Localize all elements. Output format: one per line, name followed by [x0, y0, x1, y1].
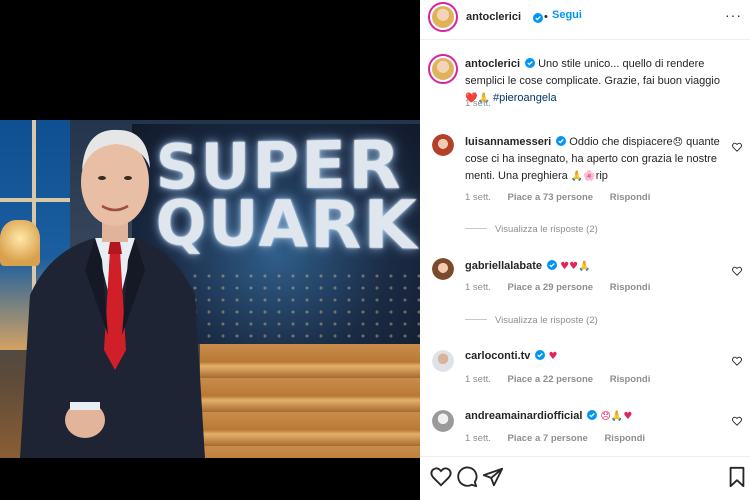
comment-avatar[interactable] [432, 134, 454, 156]
header-separator: • [544, 11, 548, 23]
caption-avatar[interactable] [428, 54, 458, 84]
replies-divider [465, 228, 487, 229]
comment-body-3: rip [595, 170, 608, 182]
comment-username[interactable]: gabriellalabate [465, 260, 542, 272]
comment-time[interactable]: 1 sett. [465, 192, 491, 203]
view-replies-button[interactable]: Visualizza le risposte (2) [465, 224, 598, 235]
comment-meta: 1 sett. Piace a 7 persone Rispondi [465, 433, 659, 444]
reply-button[interactable]: Rispondi [610, 282, 651, 293]
comment-time[interactable]: 1 sett. [465, 433, 491, 444]
comment-time[interactable]: 1 sett. [465, 282, 491, 293]
comment-text: andreamainardiofficial 😞🙏♥ [465, 408, 727, 425]
comment-emojis: ♥ [548, 351, 558, 362]
caption-username[interactable]: antoclerici [465, 58, 520, 70]
comment-avatar[interactable] [432, 410, 454, 432]
paper-plane-icon[interactable] [482, 466, 504, 488]
comment-time[interactable]: 1 sett. [465, 374, 491, 385]
post-header: antoclerici • Segui ··· [420, 0, 750, 40]
reply-button[interactable]: Rispondi [610, 374, 651, 385]
comment-like-heart-icon[interactable] [732, 356, 742, 366]
presenter-figure [20, 129, 205, 458]
verified-icon [587, 410, 598, 420]
comment-likes[interactable]: Piace a 73 persone [508, 192, 594, 203]
comment-avatar[interactable] [432, 258, 454, 280]
post-sidebar: antoclerici • Segui ··· antoclerici Uno … [420, 0, 750, 500]
ellipsis-icon[interactable]: ··· [725, 7, 742, 23]
comment-like-heart-icon[interactable] [732, 416, 742, 426]
verified-icon [535, 350, 546, 360]
comment-emoji: 😞 [672, 137, 684, 148]
author-username[interactable]: antoclerici [466, 11, 521, 23]
caption-time[interactable]: 1 sett. [465, 98, 491, 109]
replies-divider [465, 319, 487, 320]
comment-likes[interactable]: Piace a 29 persone [508, 282, 594, 293]
comment-text: gabriellalabate ♥♥🙏 [465, 258, 727, 275]
view-replies-label: Visualizza le risposte (2) [495, 315, 598, 326]
comment-username[interactable]: luisannamesseri [465, 136, 551, 148]
comment-likes[interactable]: Piace a 7 persone [508, 433, 588, 444]
comment-username[interactable]: carloconti.tv [465, 350, 530, 362]
verified-icon [556, 136, 567, 146]
comment-emojis: ♥♥🙏 [560, 261, 591, 272]
comment-emoji: 🙏🌸 [570, 171, 596, 182]
comment-likes[interactable]: Piace a 22 persone [508, 374, 594, 385]
comment-like-heart-icon[interactable] [732, 266, 742, 276]
comment-emojis: 😞🙏♥ [600, 411, 633, 422]
comments-list[interactable]: antoclerici Uno stile unico... quello di… [420, 40, 750, 456]
comment-body: Oddio che dispiacere [569, 136, 673, 148]
bookmark-icon[interactable] [726, 466, 748, 488]
author-avatar[interactable] [428, 2, 458, 32]
comment-text: luisannamesseri Oddio che dispiacere😞 qu… [465, 134, 727, 185]
comment-meta: 1 sett. Piace a 22 persone Rispondi [465, 374, 664, 385]
follow-button[interactable]: Segui [552, 9, 582, 21]
view-replies-button[interactable]: Visualizza le risposte (2) [465, 315, 598, 326]
comment-avatar[interactable] [432, 350, 454, 372]
reply-button[interactable]: Rispondi [610, 192, 651, 203]
heart-icon[interactable] [430, 466, 452, 488]
reply-button[interactable]: Rispondi [604, 433, 645, 444]
verified-icon [525, 58, 536, 68]
comment-meta: 1 sett. Piace a 73 persone Rispondi [465, 192, 664, 203]
post-media[interactable]: SUPER QUARK [0, 0, 420, 500]
comment-like-heart-icon[interactable] [732, 142, 742, 152]
post-photo: SUPER QUARK [0, 120, 420, 458]
comment-meta: 1 sett. Piace a 29 persone Rispondi [465, 282, 664, 293]
caption-meta: 1 sett. [465, 98, 505, 109]
comment-username[interactable]: andreamainardiofficial [465, 410, 582, 422]
view-replies-label: Visualizza le risposte (2) [495, 224, 598, 235]
comment-text: carloconti.tv ♥ [465, 348, 727, 365]
verified-icon [547, 260, 558, 270]
comment-icon[interactable] [456, 466, 478, 488]
verified-icon [533, 13, 543, 23]
post-actions-bar [420, 456, 750, 500]
studio-wood-panel [200, 344, 420, 458]
